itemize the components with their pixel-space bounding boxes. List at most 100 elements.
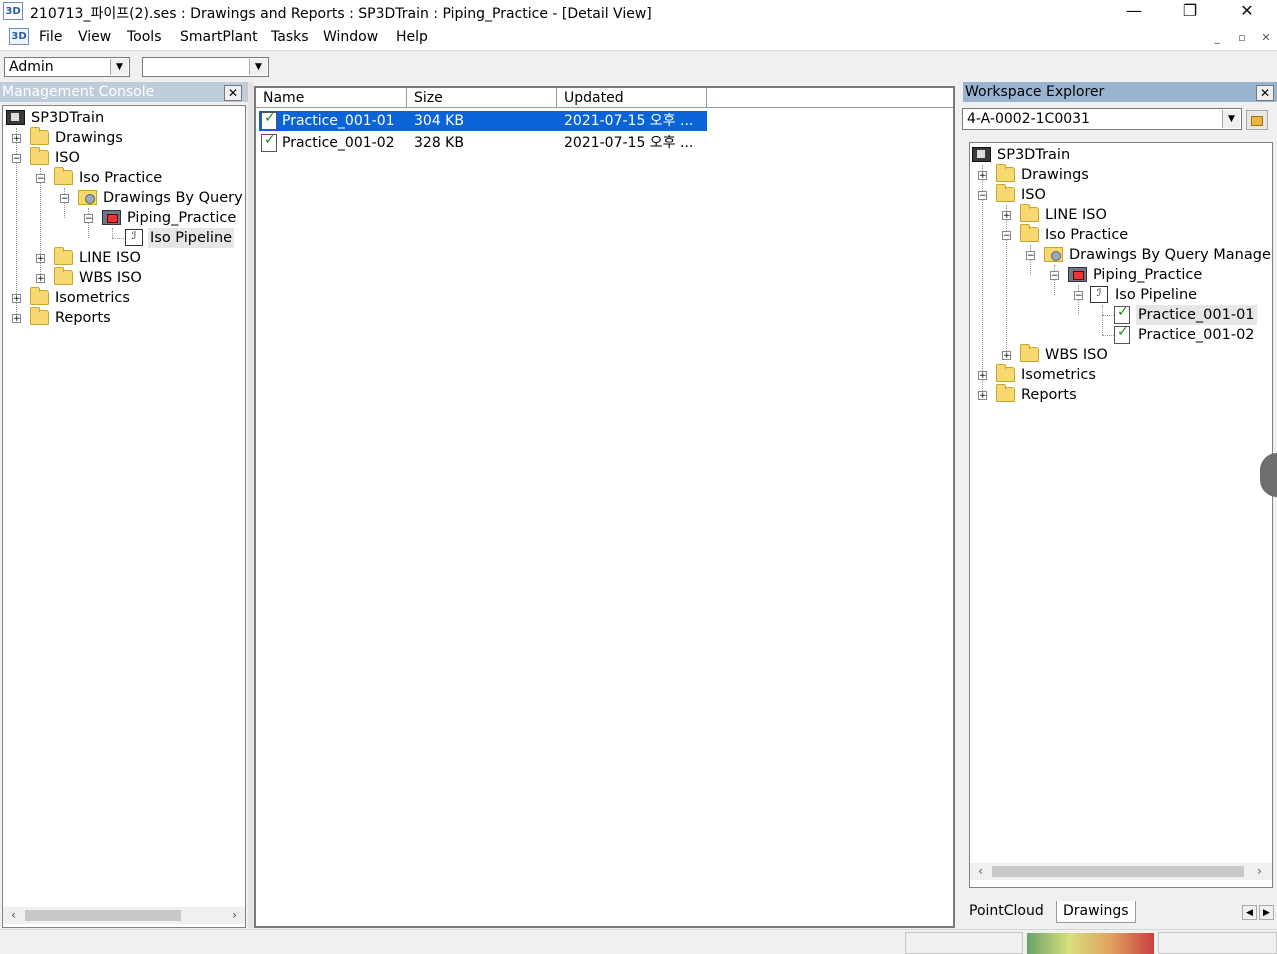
dropdown-arrow-icon[interactable]: ▼ xyxy=(249,59,267,75)
folder-icon xyxy=(1020,224,1039,242)
column-header-updated[interactable]: Updated xyxy=(557,88,707,108)
collapse-icon[interactable]: − xyxy=(36,174,45,184)
column-header-size[interactable]: Size xyxy=(407,88,557,108)
lock-button[interactable] xyxy=(1246,110,1268,130)
expand-icon[interactable]: + xyxy=(12,134,21,144)
close-button[interactable]: ✕ xyxy=(1224,0,1270,24)
isometric-icon: ℐ xyxy=(125,229,143,246)
folder-icon xyxy=(54,247,73,265)
expand-icon[interactable]: + xyxy=(12,314,21,324)
menu-bar: 3D File View Tools SmartPlant Tasks Wind… xyxy=(0,24,1277,51)
status-pane xyxy=(1158,932,1277,954)
folder-icon xyxy=(30,127,49,145)
collapse-icon[interactable]: − xyxy=(978,191,987,201)
close-icon[interactable]: ✕ xyxy=(224,85,242,101)
menu-view[interactable]: View xyxy=(78,29,111,45)
folder-icon xyxy=(996,164,1015,182)
collapse-icon[interactable]: − xyxy=(1074,291,1083,301)
horizontal-scrollbar[interactable]: ‹ › xyxy=(3,907,245,924)
folder-icon xyxy=(30,287,49,305)
menu-tasks[interactable]: Tasks xyxy=(271,29,309,45)
side-handle[interactable] xyxy=(1260,453,1277,497)
status-pane xyxy=(905,932,1023,954)
scroll-thumb[interactable] xyxy=(992,866,1244,877)
app-icon[interactable]: 3D xyxy=(3,2,23,20)
mdi-minimize-button[interactable]: _ xyxy=(1210,31,1224,45)
expand-icon[interactable]: + xyxy=(12,294,21,304)
combo-value: Admin xyxy=(9,59,54,75)
dropdown-arrow-icon[interactable]: ▼ xyxy=(110,59,128,75)
folder-icon xyxy=(996,364,1015,382)
collapse-icon[interactable]: − xyxy=(12,154,21,164)
console-tree: SP3DTrain + Drawings − ISO − Iso Practic… xyxy=(2,105,246,928)
combo-value: 4-A-0002-1C0031 xyxy=(967,111,1090,127)
menu-window[interactable]: Window xyxy=(323,29,378,45)
tab-pointcloud[interactable]: PointCloud xyxy=(963,901,1050,923)
workspace-filter-combo[interactable]: 4-A-0002-1C0031 ▼ xyxy=(962,108,1242,130)
status-bar xyxy=(0,929,1277,954)
permission-group-combo[interactable]: Admin ▼ xyxy=(4,57,130,77)
filter-icon xyxy=(102,210,121,225)
document-icon[interactable]: 3D xyxy=(9,28,29,45)
drawing-checked-icon: ✓ xyxy=(261,133,277,152)
scroll-right-icon[interactable]: › xyxy=(1251,863,1268,880)
column-header-filler xyxy=(707,88,953,108)
filter-icon xyxy=(1068,267,1087,282)
secondary-combo[interactable]: ▼ xyxy=(142,57,269,77)
menu-tools[interactable]: Tools xyxy=(127,29,162,45)
drawing-checked-icon: ✓ xyxy=(1114,305,1130,324)
horizontal-scrollbar[interactable]: ‹ › xyxy=(970,863,1272,880)
folder-icon xyxy=(996,384,1015,402)
folder-icon xyxy=(54,267,73,285)
query-folder-icon xyxy=(78,190,97,205)
expand-icon[interactable]: + xyxy=(978,371,987,381)
scroll-right-icon[interactable]: › xyxy=(226,907,243,924)
collapse-icon[interactable]: − xyxy=(1026,251,1035,261)
workspace-tree: SP3DTrain + Drawings − ISO + LINE ISO − … xyxy=(969,142,1273,888)
panel-title: Workspace Explorer xyxy=(963,82,1277,102)
expand-icon[interactable]: + xyxy=(36,274,45,284)
scroll-thumb[interactable] xyxy=(25,910,181,921)
column-header-name[interactable]: Name xyxy=(256,88,407,108)
expand-icon[interactable]: + xyxy=(36,254,45,264)
drawing-checked-icon: ✓ xyxy=(1114,325,1130,344)
table-row[interactable]: ✓ Practice_001-01 304 KB 2021-07-15 오후 .… xyxy=(259,111,707,131)
menu-file[interactable]: File xyxy=(39,29,62,45)
window-title: 210713_파이프(2).ses : Drawings and Reports… xyxy=(30,6,652,22)
folder-icon xyxy=(1020,204,1039,222)
menu-smartplant[interactable]: SmartPlant xyxy=(180,29,258,45)
isometric-icon: ℐ xyxy=(1090,286,1108,303)
menu-help[interactable]: Help xyxy=(396,29,428,45)
tab-drawings[interactable]: Drawings xyxy=(1056,901,1136,923)
restore-button[interactable]: ❐ xyxy=(1167,0,1213,24)
minimize-button[interactable]: — xyxy=(1111,0,1157,24)
collapse-icon[interactable]: − xyxy=(1050,271,1059,281)
activity-gauge xyxy=(1027,933,1154,954)
collapse-icon[interactable]: − xyxy=(60,194,69,204)
close-icon[interactable]: ✕ xyxy=(1256,85,1274,101)
scroll-left-icon[interactable]: ‹ xyxy=(5,907,22,924)
detail-view: Name Size Updated ✓ Practice_001-01 304 … xyxy=(254,86,955,928)
plant-root-icon xyxy=(972,147,991,162)
expand-icon[interactable]: + xyxy=(978,391,987,401)
collapse-icon[interactable]: − xyxy=(84,214,93,224)
folder-icon xyxy=(30,147,49,165)
scroll-left-icon[interactable]: ‹ xyxy=(972,863,989,880)
title-bar[interactable]: 3D 210713_파이프(2).ses : Drawings and Repo… xyxy=(0,0,1277,24)
tab-scroll-left-icon[interactable]: ◀ xyxy=(1242,905,1257,920)
dropdown-arrow-icon[interactable]: ▼ xyxy=(1222,110,1240,128)
mdi-close-button[interactable]: ✕ xyxy=(1259,31,1273,45)
plant-root-icon xyxy=(6,110,25,125)
query-folder-icon xyxy=(1044,247,1063,262)
expand-icon[interactable]: + xyxy=(978,171,987,181)
folder-icon xyxy=(30,307,49,325)
table-row[interactable]: ✓ Practice_001-02 328 KB 2021-07-15 오후 .… xyxy=(259,133,707,153)
folder-icon xyxy=(996,184,1015,202)
panel-title: Management Console xyxy=(0,82,248,102)
mdi-restore-button[interactable]: ▫ xyxy=(1235,31,1249,45)
folder-icon xyxy=(1020,344,1039,362)
collapse-icon[interactable]: − xyxy=(1002,231,1011,241)
expand-icon[interactable]: + xyxy=(1002,211,1011,221)
expand-icon[interactable]: + xyxy=(1002,351,1011,361)
tab-scroll-right-icon[interactable]: ▶ xyxy=(1259,905,1274,920)
